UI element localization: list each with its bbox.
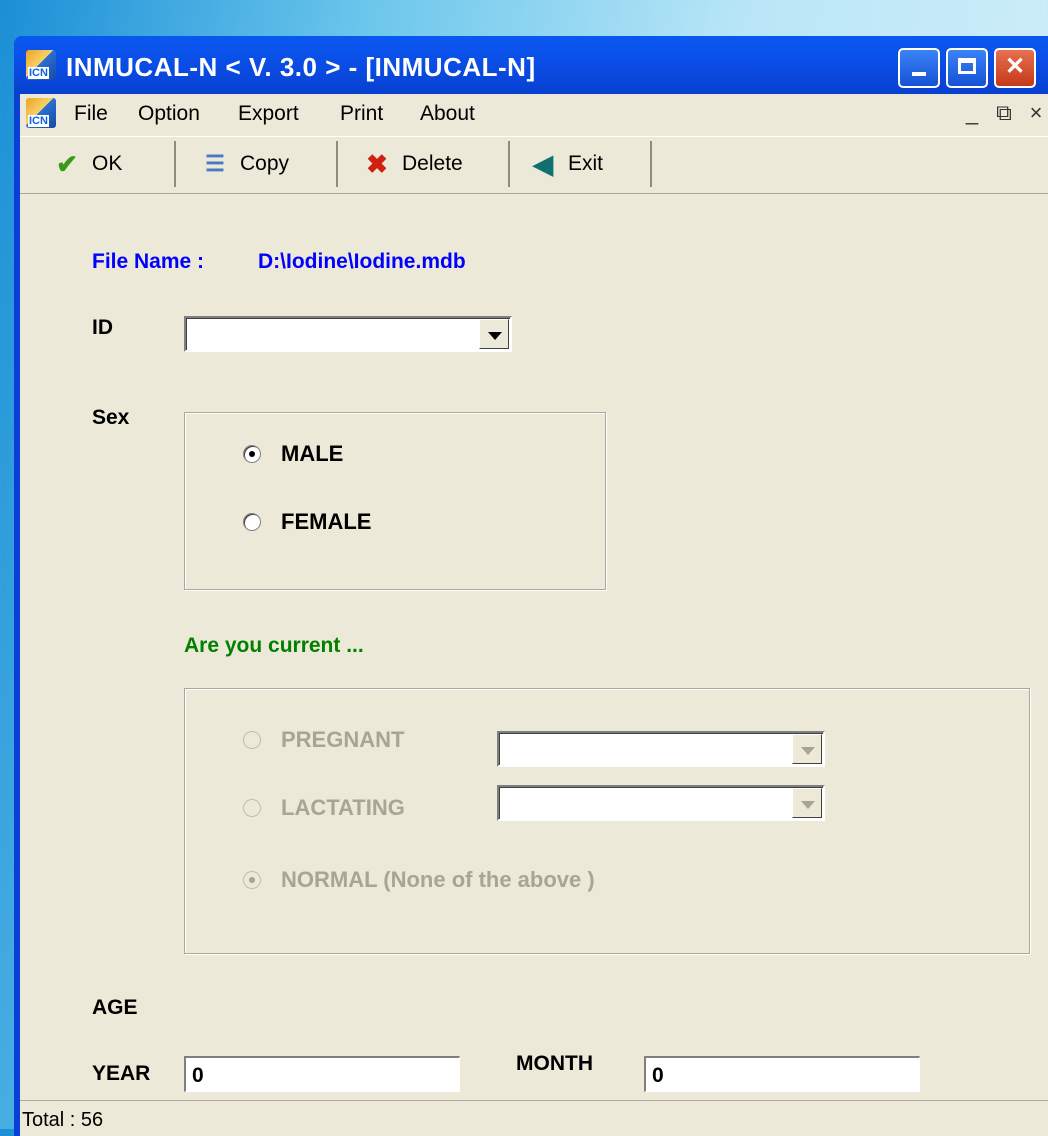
status-group: PREGNANT LACTATING NORMAL (None of the a… <box>184 688 1030 954</box>
toolbar: ✔ OK ☰ Copy ✖ Delete ◀ Exit <box>20 136 1048 194</box>
radio-male[interactable]: MALE <box>243 441 343 467</box>
maximize-button[interactable] <box>946 48 988 88</box>
close-button[interactable]: ✕ <box>994 48 1036 88</box>
pregnant-dropdown[interactable] <box>497 731 825 767</box>
client-area: ICN File Option Export Print About _ ⧉ ×… <box>20 94 1048 1136</box>
total-count: Total : 56 <box>22 1109 104 1131</box>
ok-label: OK <box>92 152 123 175</box>
mdi-icon-text: ICN <box>28 115 49 127</box>
delete-button[interactable]: ✖ Delete <box>340 141 510 187</box>
mdi-controls: _ ⧉ × <box>954 100 1048 128</box>
menu-file[interactable]: File <box>74 102 108 126</box>
copy-label: Copy <box>240 152 290 175</box>
exit-label: Exit <box>568 152 604 175</box>
radio-pregnant-label: PREGNANT <box>281 727 405 752</box>
menu-option[interactable]: Option <box>138 102 200 126</box>
menu-print[interactable]: Print <box>340 102 383 126</box>
menu-export[interactable]: Export <box>238 102 299 126</box>
mdi-minimize-button[interactable]: _ <box>958 100 986 128</box>
delete-label: Delete <box>402 152 463 175</box>
app-icon-text: ICN <box>28 67 49 79</box>
exit-arrow-icon: ◀ <box>533 148 553 179</box>
radio-unchecked-icon <box>243 799 261 817</box>
current-status-heading: Are you current ... <box>184 634 364 657</box>
close-icon: ✕ <box>1004 53 1026 80</box>
radio-lactating[interactable]: LACTATING <box>243 795 405 821</box>
sex-group: MALE FEMALE <box>184 412 606 590</box>
menu-about[interactable]: About <box>420 102 475 126</box>
minimize-icon <box>912 72 926 76</box>
ok-button[interactable]: ✔ OK <box>50 141 176 187</box>
copy-icon: ☰ <box>205 151 225 176</box>
window-title: INMUCAL-N < V. 3.0 > - [INMUCAL-N] <box>66 52 536 82</box>
chevron-down-icon[interactable] <box>792 788 822 818</box>
maximize-icon <box>958 58 976 74</box>
radio-normal-label: NORMAL (None of the above ) <box>281 867 595 892</box>
radio-lactating-label: LACTATING <box>281 795 405 820</box>
radio-unchecked-icon <box>243 513 261 531</box>
file-name-value: D:\Iodine\Iodine.mdb <box>258 250 466 273</box>
year-label: YEAR <box>92 1062 151 1085</box>
radio-checked-icon <box>243 871 261 889</box>
radio-pregnant[interactable]: PREGNANT <box>243 727 404 753</box>
year-input[interactable]: 0 <box>184 1056 460 1092</box>
month-input[interactable]: 0 <box>644 1056 920 1092</box>
app-icon: ICN <box>26 50 56 80</box>
radio-female[interactable]: FEMALE <box>243 509 371 535</box>
age-label: AGE <box>92 996 138 1019</box>
delete-icon: ✖ <box>366 148 388 179</box>
exit-button[interactable]: ◀ Exit <box>512 141 652 187</box>
checkmark-icon: ✔ <box>56 148 78 179</box>
id-label: ID <box>92 316 113 339</box>
lactating-dropdown[interactable] <box>497 785 825 821</box>
minimize-button[interactable] <box>898 48 940 88</box>
month-label: MONTH <box>516 1052 593 1075</box>
sex-label: Sex <box>92 406 130 429</box>
mdi-restore-button[interactable]: ⧉ <box>990 100 1018 128</box>
radio-unchecked-icon <box>243 731 261 749</box>
chevron-down-icon[interactable] <box>792 734 822 764</box>
mdi-close-button[interactable]: × <box>1022 100 1048 128</box>
status-bar: Total : 56 <box>20 1100 1048 1136</box>
file-name-label: File Name : <box>92 250 205 273</box>
radio-female-label: FEMALE <box>281 509 372 534</box>
radio-male-label: MALE <box>281 441 344 466</box>
radio-checked-icon <box>243 445 261 463</box>
id-dropdown[interactable] <box>184 316 512 352</box>
copy-button[interactable]: ☰ Copy <box>178 141 338 187</box>
radio-normal[interactable]: NORMAL (None of the above ) <box>243 867 595 893</box>
menu-bar: ICN File Option Export Print About _ ⧉ × <box>20 94 1048 134</box>
chevron-down-icon[interactable] <box>479 319 509 349</box>
mdi-child-icon[interactable]: ICN <box>26 98 56 128</box>
app-window: ICN INMUCAL-N < V. 3.0 > - [INMUCAL-N] ✕… <box>14 36 1048 1136</box>
title-bar[interactable]: ICN INMUCAL-N < V. 3.0 > - [INMUCAL-N] ✕ <box>14 36 1048 94</box>
